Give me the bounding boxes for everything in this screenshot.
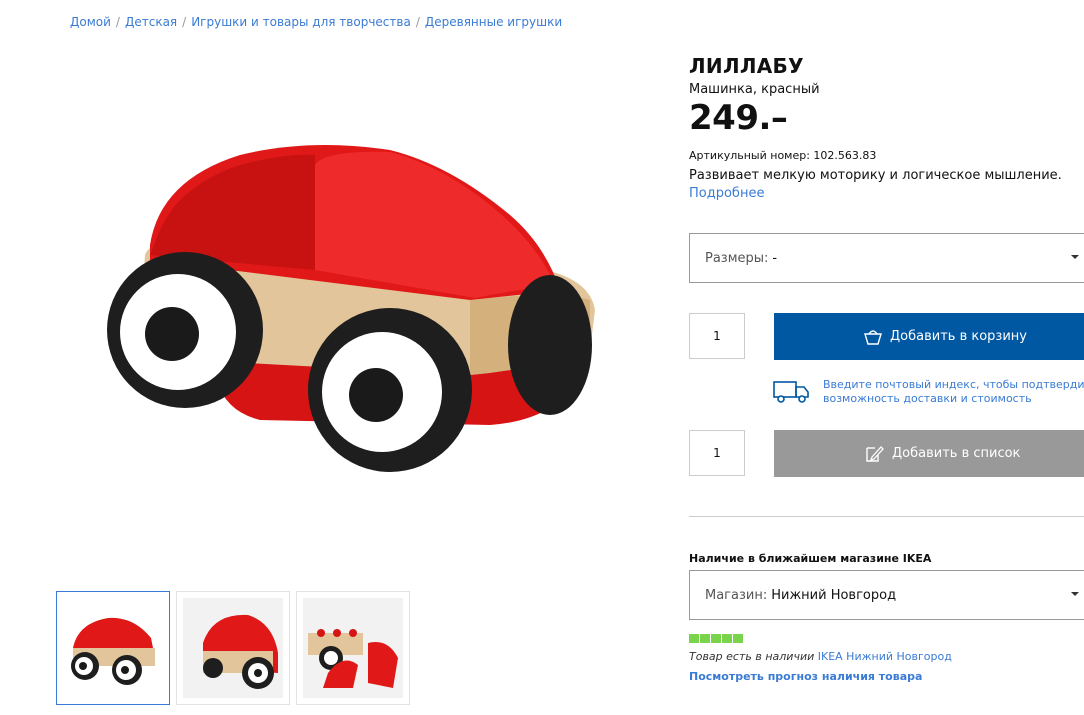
stock-segment [711, 634, 721, 643]
store-select-value: Нижний Новгород [771, 587, 897, 603]
product-main-image[interactable] [90, 120, 610, 490]
product-price: 249.– [689, 98, 788, 138]
product-info: ЛИЛЛАБУ Машинка, красный 249.– Артикульн… [689, 0, 1084, 715]
thumbnail-image [303, 598, 403, 698]
stock-segment [700, 634, 710, 643]
more-details-link[interactable]: Подробнее [689, 186, 764, 201]
article-number: Артикульный номер: 102.563.83 [689, 149, 877, 162]
thumbnail-2[interactable] [176, 591, 290, 705]
stock-status-text: Товар есть в наличии [689, 650, 815, 663]
delivery-line-1: Введите почтовый индекс, чтобы подтверди… [823, 378, 1084, 391]
breadcrumb-home[interactable]: Домой [70, 15, 111, 29]
add-to-list-label: Добавить в список [892, 446, 1021, 461]
cart-quantity-input[interactable]: 1 [689, 313, 745, 359]
thumbnail-image [63, 598, 163, 698]
store-select[interactable]: Магазин: Нижний Новгород [689, 570, 1084, 620]
toy-car-parts-thumbnail-icon [308, 629, 398, 688]
delivery-line-2: возможность доставки и стоимость [823, 392, 1032, 405]
thumbnail-3[interactable] [296, 591, 410, 705]
stock-status: Товар есть в наличии IKEA Нижний Новгоро… [689, 650, 952, 663]
truck-icon [773, 381, 809, 403]
breadcrumb: Домой / Детская / Игрушки и товары для творч… [70, 15, 562, 29]
stock-segment [689, 634, 699, 643]
breadcrumb-separator: / [182, 15, 187, 29]
breadcrumb-wooden-toys[interactable]: Деревянные игрушки [425, 15, 562, 29]
pencil-list-icon [866, 445, 884, 462]
store-select-label: Магазин: [705, 587, 768, 603]
size-select-value: - [772, 250, 778, 266]
toy-car-side-thumbnail-icon [203, 614, 278, 689]
product-subtitle: Машинка, красный [689, 82, 820, 97]
divider [689, 516, 1084, 517]
breadcrumb-kids[interactable]: Детская [125, 15, 177, 29]
add-to-list-button[interactable]: Добавить в список [774, 430, 1084, 477]
product-description: Развивает мелкую моторику и логическое м… [689, 168, 1062, 183]
chevron-down-icon [1071, 592, 1079, 596]
delivery-text: Введите почтовый индекс, чтобы подтверди… [823, 378, 1084, 406]
thumbnail-image [183, 598, 283, 698]
size-select[interactable]: Размеры: - [689, 233, 1084, 283]
basket-icon [864, 329, 882, 345]
breadcrumb-separator: / [415, 15, 420, 29]
list-quantity-input[interactable]: 1 [689, 430, 745, 476]
availability-forecast-link[interactable]: Посмотреть прогноз наличия товара [689, 670, 922, 683]
availability-title: Наличие в ближайшем магазине IKEA [689, 552, 932, 565]
stock-segment [733, 634, 743, 643]
thumbnail-gallery [56, 591, 410, 705]
chevron-down-icon [1071, 255, 1079, 259]
toy-car-illustration [107, 145, 595, 472]
size-select-label: Размеры: [705, 250, 769, 266]
stock-segment [722, 634, 732, 643]
add-to-cart-label: Добавить в корзину [890, 329, 1027, 344]
toy-car-thumbnail-icon [71, 617, 155, 685]
breadcrumb-separator: / [115, 15, 120, 29]
delivery-info[interactable]: Введите почтовый индекс, чтобы подтверди… [773, 378, 1084, 406]
add-to-cart-button[interactable]: Добавить в корзину [774, 313, 1084, 360]
breadcrumb-toys[interactable]: Игрушки и товары для творчества [191, 15, 411, 29]
thumbnail-1[interactable] [56, 591, 170, 705]
product-title: ЛИЛЛАБУ [689, 54, 804, 78]
stock-level-indicator [689, 634, 743, 643]
stock-store-link[interactable]: IKEA Нижний Новгород [818, 650, 952, 663]
